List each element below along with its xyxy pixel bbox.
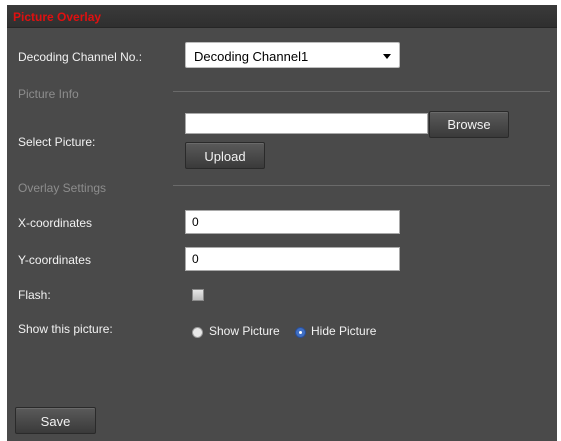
section-divider bbox=[173, 91, 550, 92]
x-coordinates-label: X-coordinates bbox=[18, 216, 93, 230]
picture-overlay-panel: Picture Overlay Decoding Channel No.: De… bbox=[7, 5, 557, 441]
panel-title: Picture Overlay bbox=[13, 10, 102, 24]
panel-header: Picture Overlay bbox=[7, 5, 557, 28]
y-coordinates-label: Y-coordinates bbox=[18, 253, 91, 267]
flash-checkbox[interactable] bbox=[192, 289, 204, 301]
decoding-channel-select[interactable]: Decoding Channel1 bbox=[185, 42, 400, 68]
show-picture-option-label[interactable]: Show Picture bbox=[209, 324, 280, 338]
show-picture-label: Show this picture: bbox=[18, 322, 113, 336]
flash-label: Flash: bbox=[18, 288, 51, 302]
browse-button[interactable]: Browse bbox=[429, 111, 509, 138]
x-coordinates-input[interactable] bbox=[185, 210, 400, 234]
show-picture-radio[interactable] bbox=[192, 327, 203, 338]
chevron-down-icon bbox=[383, 54, 391, 59]
hide-picture-radio[interactable] bbox=[295, 327, 306, 338]
overlay-settings-heading: Overlay Settings bbox=[18, 181, 107, 195]
y-coordinates-input[interactable] bbox=[185, 247, 400, 271]
select-picture-label: Select Picture: bbox=[18, 135, 96, 149]
save-button[interactable]: Save bbox=[15, 407, 96, 434]
hide-picture-option-label[interactable]: Hide Picture bbox=[311, 324, 376, 338]
picture-file-path-input[interactable] bbox=[185, 113, 428, 134]
section-divider bbox=[173, 185, 550, 186]
picture-info-heading: Picture Info bbox=[18, 87, 79, 101]
decoding-channel-label: Decoding Channel No.: bbox=[18, 50, 143, 64]
decoding-channel-value: Decoding Channel1 bbox=[194, 49, 309, 64]
upload-button[interactable]: Upload bbox=[185, 142, 265, 169]
